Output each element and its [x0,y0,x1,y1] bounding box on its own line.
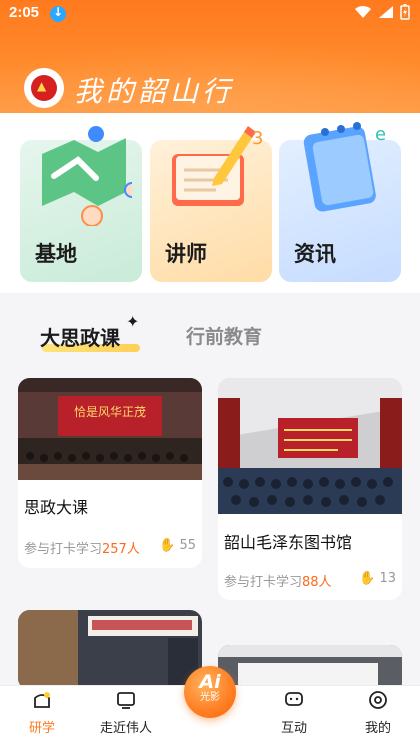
feed-image-exhibit [18,610,202,690]
feed-card[interactable] [18,610,202,690]
app-header: 2:05 我的韶山行 [0,0,420,113]
profile-icon [369,691,387,709]
feed-like-count: 13 [379,571,396,586]
svg-text:3: 3 [252,128,263,149]
feed-likes[interactable]: ✋ 13 [359,571,396,586]
feed-meta-label: 参与打卡学习 [224,575,303,590]
study-icon [34,692,50,708]
feed-like-count: 55 [179,538,196,553]
nav-item-study[interactable]: 研学 [7,686,77,747]
ai-light-shadow-button[interactable]: Ai 光影 [184,666,236,718]
chat-icon [285,692,303,706]
ai-sub-label: 光影 [200,692,220,703]
category-card-base[interactable]: 基地 [20,126,142,282]
nav-label: 研学 [28,721,55,736]
feed-card[interactable]: 恰是风华正茂 思政大课 参与打卡学习257人 ✋ 55 [18,378,202,568]
status-bar: 2:05 [0,0,420,28]
category-card-news[interactable]: e 资讯 [279,122,401,282]
nav-label: 互动 [280,721,307,736]
category-label: 基地 [35,242,77,266]
book-icon [117,692,135,709]
category-label: 资讯 [294,242,336,266]
feed-participant-count: 257人 [102,542,140,557]
nav-label: 我的 [364,721,391,736]
status-time: 2:05 [9,4,40,21]
feed-image-auditorium: 恰是风华正茂 [18,378,202,480]
wifi-icon [355,5,371,18]
feed-likes[interactable]: ✋ 55 [159,538,196,553]
download-icon [50,5,66,22]
signal-icon [379,6,393,18]
feed-participation: 参与打卡学习88人 [224,571,332,590]
tab-pre-trip-education[interactable]: 行前教育 [186,322,262,349]
feed-image-library [218,378,402,514]
notepad-icon: e [303,122,386,212]
feed-title: 思政大课 [24,498,89,517]
nav-item-interact[interactable]: 互动 [259,686,329,747]
nav-item-mine[interactable]: 我的 [343,686,413,747]
nav-label: 走近伟人 [99,721,152,736]
sparkle-icon: ✦ [126,312,140,331]
category-label: 讲师 [165,242,207,266]
feed-title: 韶山毛泽东图书馆 [224,533,353,552]
content-tabs: 大思政课 ✦ 行前教育 [0,300,420,360]
feed-participant-count: 88人 [302,575,332,590]
svg-text:恰是风华正茂: 恰是风华正茂 [74,404,146,419]
notebook-pencil-icon: 3 [172,126,263,206]
feed-card[interactable]: 韶山毛泽东图书馆 参与打卡学习88人 ✋ 13 [218,378,402,600]
map-icon [42,126,132,226]
feed-meta-label: 参与打卡学习 [24,542,103,557]
battery-icon [400,4,410,20]
like-icon: ✋ [159,538,176,553]
app-title: 我的韶山行 [74,75,235,108]
feed-participation: 参与打卡学习257人 [24,538,140,557]
category-card-lecturer[interactable]: 3 讲师 [150,126,272,282]
tab-big-ideology-class[interactable]: 大思政课 [40,322,120,351]
app-logo [24,68,64,108]
svg-text:e: e [375,124,386,145]
ai-label: Ai [199,671,221,693]
like-icon: ✋ [359,571,376,586]
nav-item-great-leader[interactable]: 走近伟人 [91,686,161,747]
